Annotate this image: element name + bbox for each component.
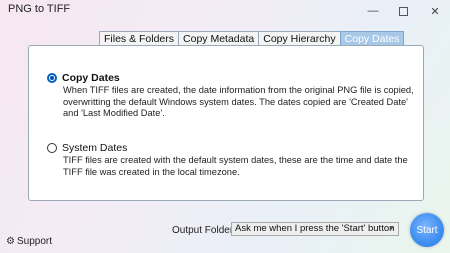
support-link[interactable]: ⚙ Support — [6, 236, 52, 247]
start-label: Start — [416, 224, 438, 236]
system-dates-label[interactable]: System Dates — [62, 142, 127, 154]
chevron-down-icon: ▼ — [388, 225, 395, 232]
output-folder-label: Output Folder: — [172, 225, 236, 236]
system-dates-radio-row[interactable]: System Dates — [47, 142, 417, 154]
system-dates-option: System Dates TIFF files are created with… — [47, 142, 417, 178]
tab-copy-hierarchy[interactable]: Copy Hierarchy — [258, 31, 341, 46]
support-label[interactable]: Support — [17, 236, 52, 247]
title-bar: PNG to TIFF — ✕ — [0, 0, 450, 22]
maximize-button[interactable] — [388, 0, 418, 22]
copy-dates-label[interactable]: Copy Dates — [62, 72, 120, 84]
close-icon: ✕ — [430, 5, 440, 18]
tab-copy-dates[interactable]: Copy Dates — [339, 31, 405, 46]
output-folder-select[interactable]: Ask me when I press the 'Start' button ▼ — [231, 222, 399, 236]
system-dates-radio[interactable] — [47, 143, 57, 153]
gear-icon: ⚙ — [6, 236, 15, 247]
system-dates-description: TIFF files are created with the default … — [63, 155, 408, 177]
tab-copy-metadata[interactable]: Copy Metadata — [178, 31, 260, 46]
tab-files-folders[interactable]: Files & Folders — [99, 31, 180, 46]
minimize-icon: — — [367, 5, 379, 17]
start-button[interactable]: Start — [410, 213, 444, 247]
copy-dates-radio[interactable] — [47, 73, 57, 83]
copy-dates-description: When TIFF files are created, the date in… — [63, 85, 414, 119]
copy-dates-option: Copy Dates When TIFF files are created, … — [47, 72, 417, 120]
maximize-icon — [398, 6, 408, 16]
copy-dates-panel: Copy Dates When TIFF files are created, … — [28, 45, 424, 201]
close-button[interactable]: ✕ — [420, 0, 450, 22]
minimize-button[interactable]: — — [358, 0, 388, 22]
output-folder-value: Ask me when I press the 'Start' button — [235, 223, 395, 234]
window-title: PNG to TIFF — [8, 3, 71, 15]
copy-dates-radio-row[interactable]: Copy Dates — [47, 72, 417, 84]
